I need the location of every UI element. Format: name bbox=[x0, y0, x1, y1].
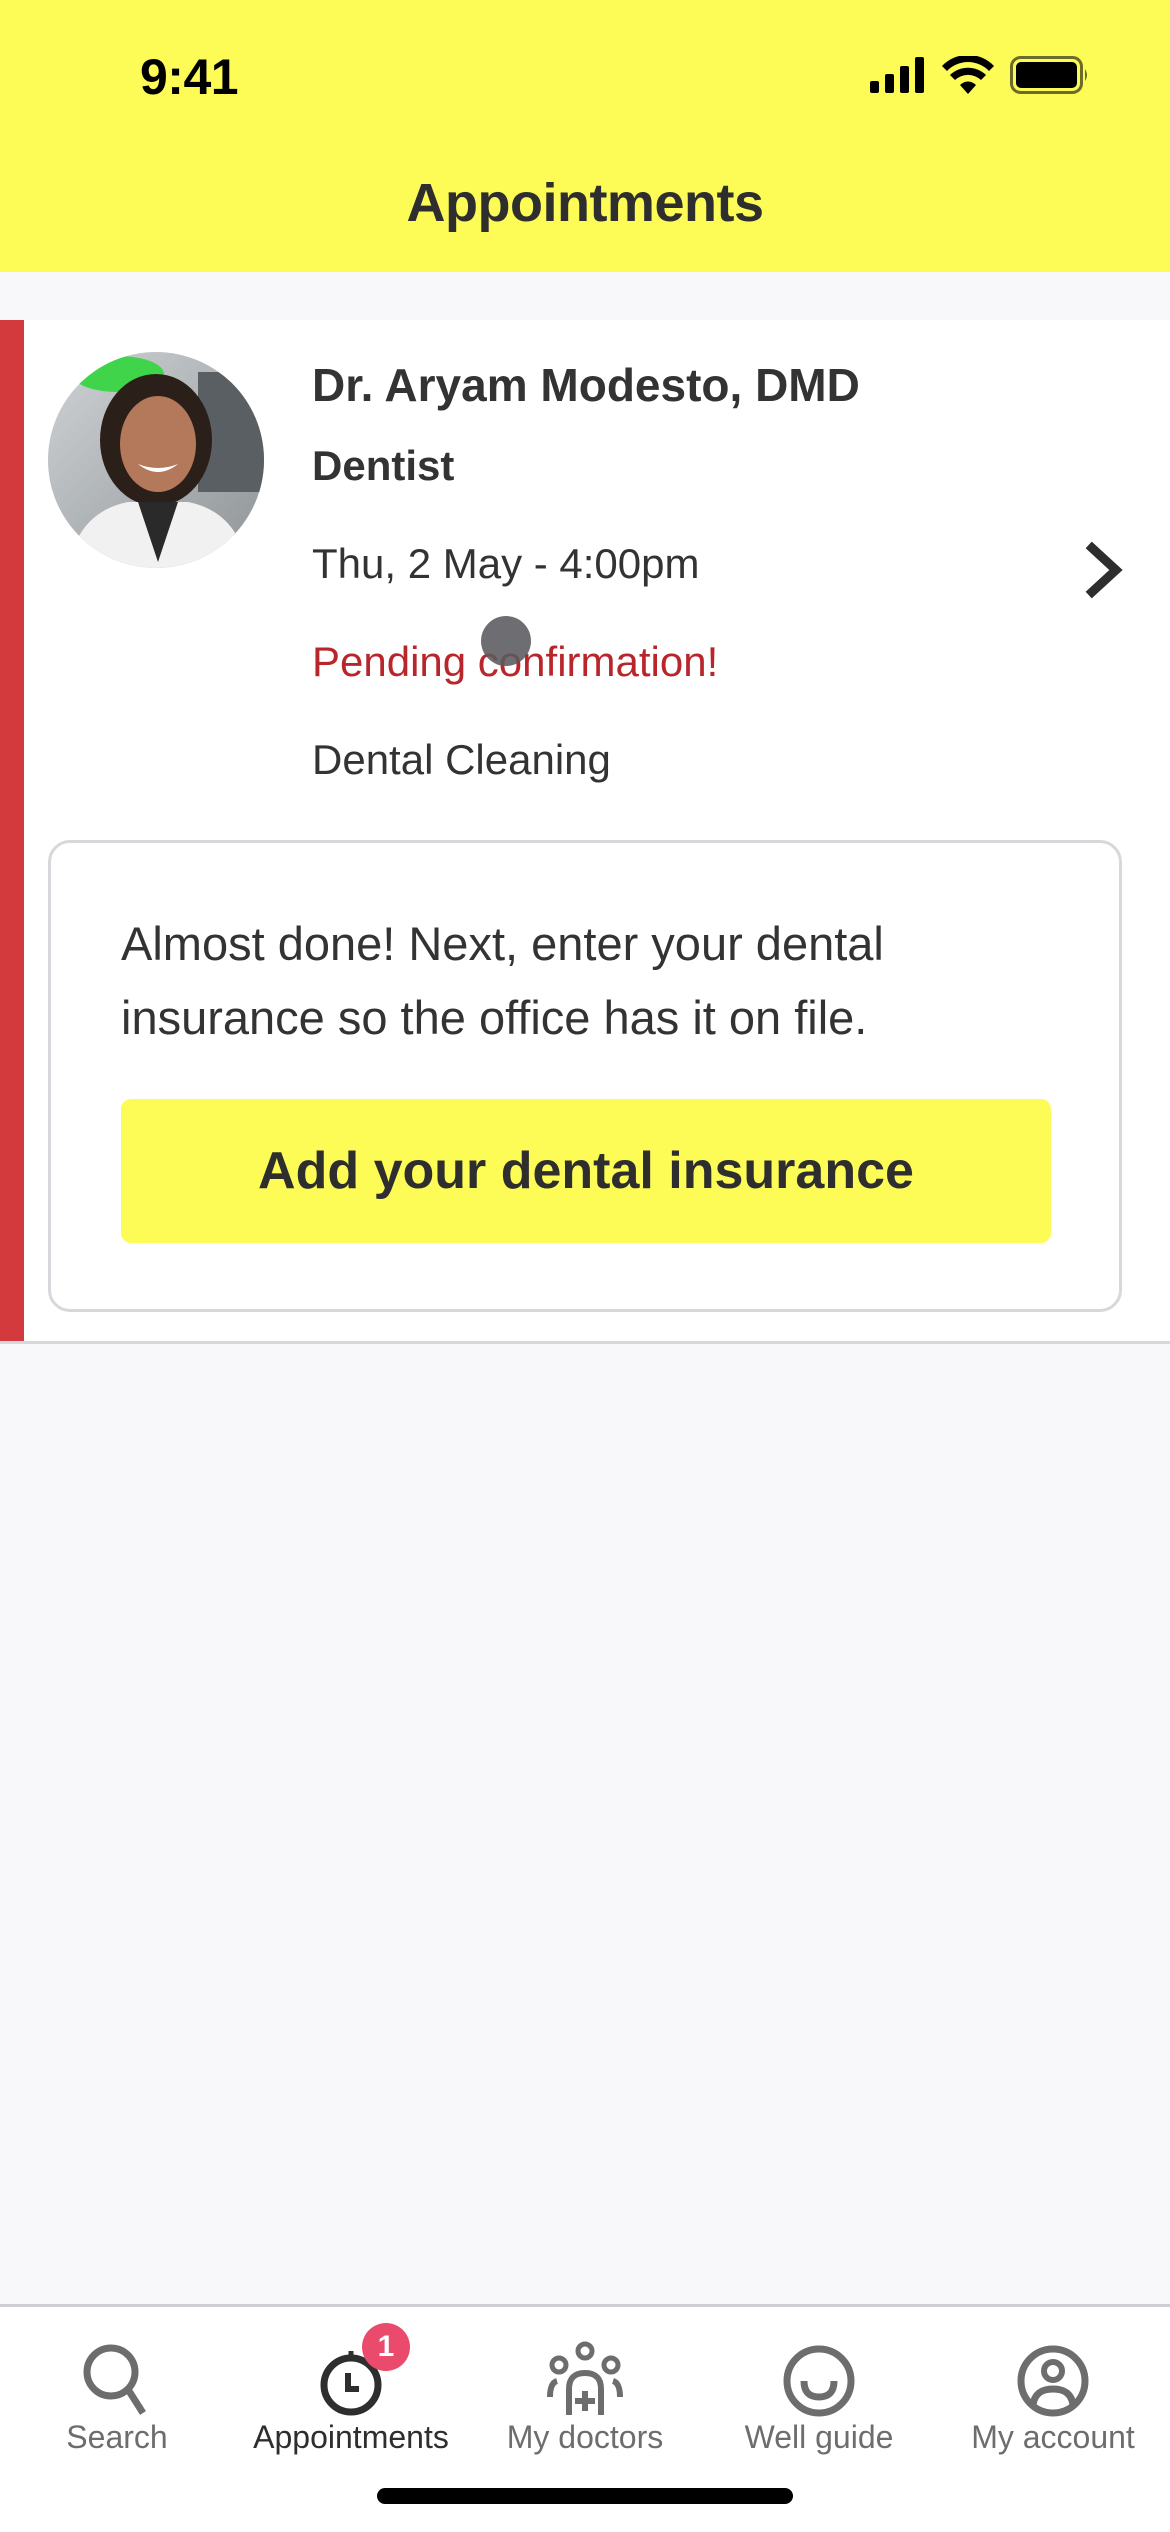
insurance-prompt: Almost done! Next, enter your dental ins… bbox=[48, 840, 1122, 1312]
tab-label: My account bbox=[971, 2419, 1135, 2455]
tab-appointments[interactable]: 1 Appointments bbox=[234, 2307, 468, 2477]
doctors-group-icon bbox=[547, 2341, 623, 2415]
chevron-right-icon[interactable] bbox=[1080, 538, 1130, 602]
appointment-service: Dental Cleaning bbox=[312, 736, 611, 783]
status-time: 9:41 bbox=[140, 49, 239, 105]
tab-label: Search bbox=[66, 2419, 168, 2455]
appointment-card[interactable]: Dr. Aryam Modesto, DMD Dentist Thu, 2 Ma… bbox=[0, 320, 1170, 1344]
app-header: 9:41 Appointments bbox=[0, 0, 1170, 272]
add-insurance-button[interactable]: Add your dental insurance bbox=[121, 1099, 1051, 1243]
doctor-specialty: Dentist bbox=[312, 442, 455, 489]
cellular-signal-icon bbox=[870, 57, 924, 93]
tab-label: Appointments bbox=[253, 2419, 449, 2455]
home-indicator bbox=[377, 2488, 793, 2504]
tab-label: My doctors bbox=[506, 2419, 664, 2455]
tab-my-doctors[interactable]: My doctors bbox=[468, 2307, 702, 2477]
tab-search[interactable]: Search bbox=[0, 2307, 234, 2477]
search-icon bbox=[83, 2344, 146, 2415]
insurance-message: Almost done! Next, enter your dental ins… bbox=[121, 917, 884, 1044]
doctor-avatar bbox=[48, 352, 264, 568]
tab-my-account[interactable]: My account bbox=[936, 2307, 1170, 2477]
user-circle-icon bbox=[1017, 2345, 1089, 2417]
tab-label: Well guide bbox=[744, 2419, 894, 2455]
notification-badge: 1 bbox=[362, 2323, 410, 2371]
touch-indicator bbox=[481, 616, 531, 666]
pending-accent-bar bbox=[0, 320, 24, 1341]
battery-icon bbox=[1010, 56, 1087, 94]
wifi-icon bbox=[942, 56, 994, 94]
smile-icon bbox=[783, 2345, 855, 2417]
appointment-datetime: Thu, 2 May - 4:00pm bbox=[312, 540, 700, 587]
doctor-name: Dr. Aryam Modesto, DMD bbox=[312, 359, 860, 411]
page-title: Appointments bbox=[406, 173, 764, 233]
tab-well-guide[interactable]: Well guide bbox=[702, 2307, 936, 2477]
status-icons bbox=[870, 56, 1090, 94]
